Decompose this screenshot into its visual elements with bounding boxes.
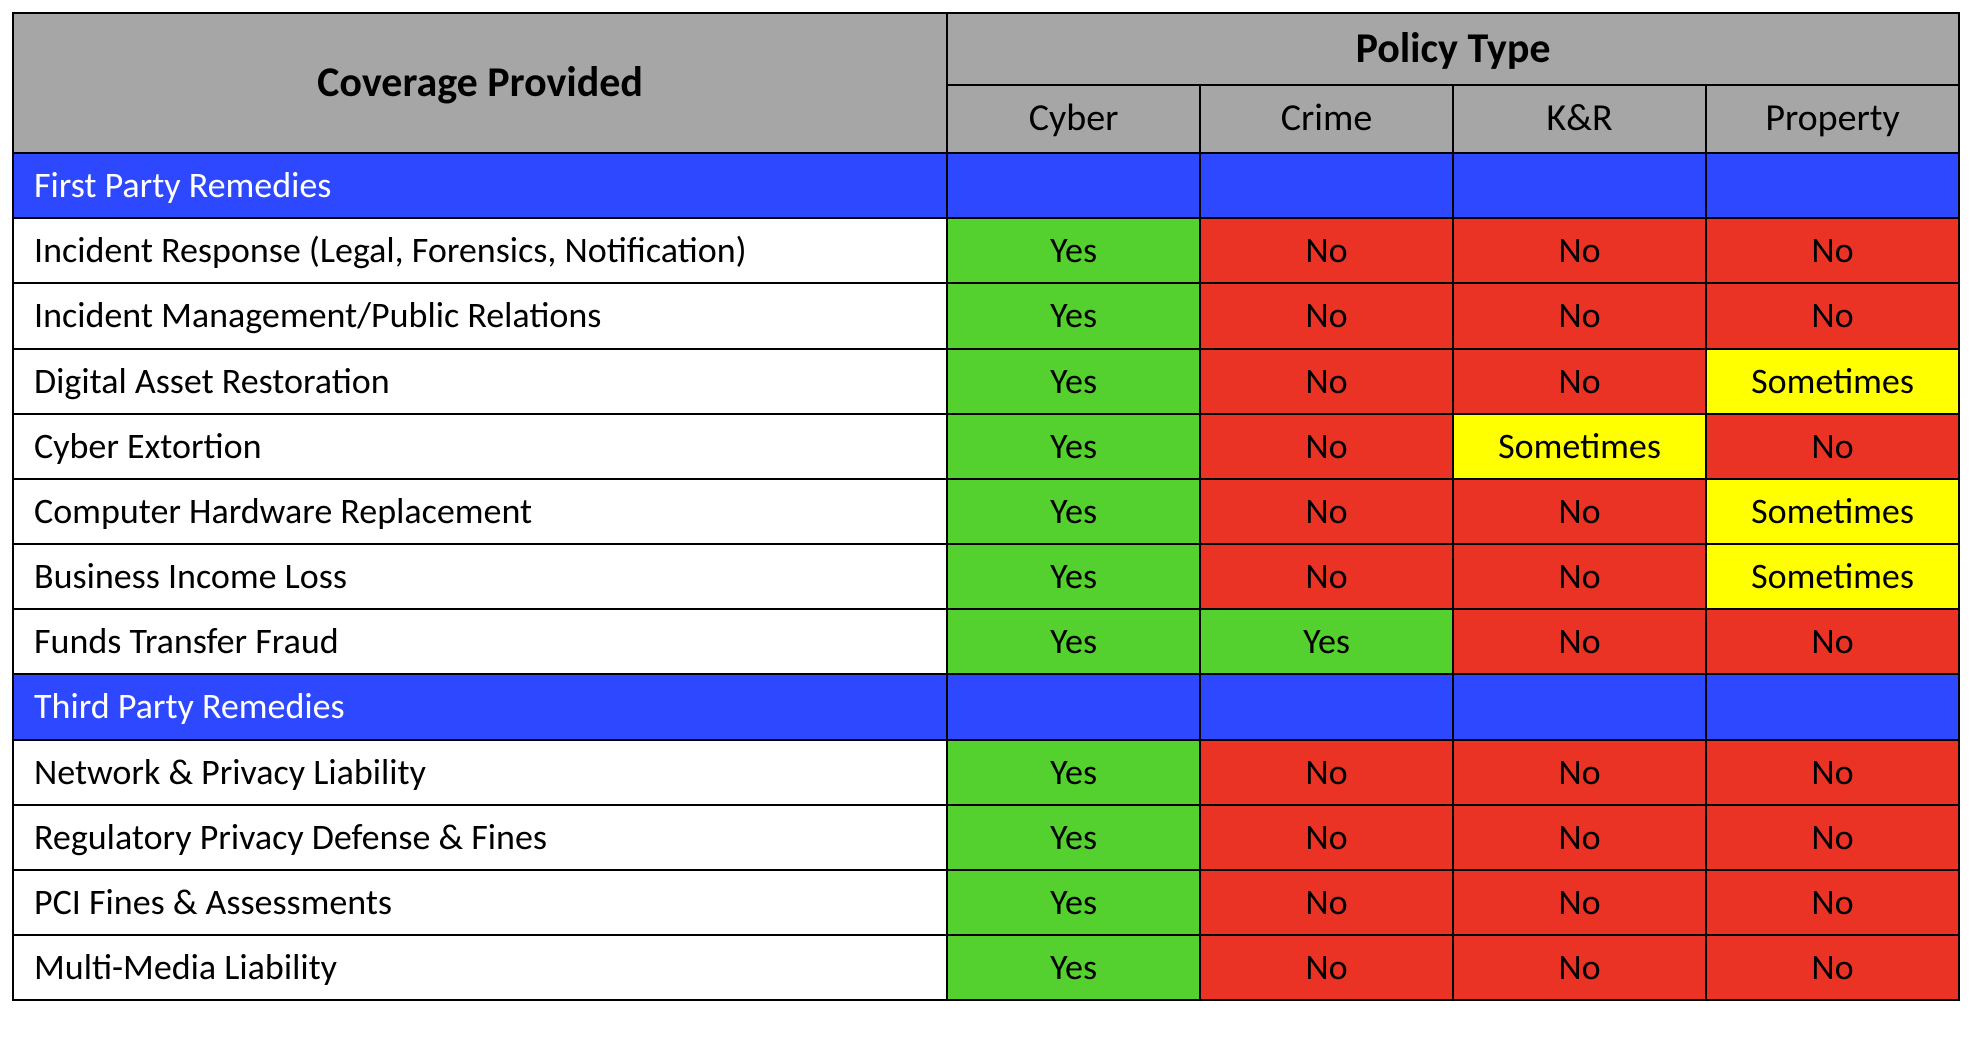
value-cell: No [1200,479,1453,544]
value-cell: Yes [947,479,1200,544]
value-cell: No [1453,740,1706,805]
value-cell: Sometimes [1706,349,1959,414]
table-row: Cyber ExtortionYesNoSometimesNo [13,414,1959,479]
table-row: Multi-Media LiabilityYesNoNoNo [13,935,1959,1000]
value-cell: No [1200,414,1453,479]
col-crime: Crime [1200,85,1453,153]
coverage-header: Coverage Provided [13,13,947,153]
value-cell: No [1706,740,1959,805]
row-label: Digital Asset Restoration [13,349,947,414]
value-cell: Yes [947,805,1200,870]
table-row: Regulatory Privacy Defense & FinesYesNoN… [13,805,1959,870]
value-cell: Yes [947,935,1200,1000]
row-label: Regulatory Privacy Defense & Fines [13,805,947,870]
value-cell: Yes [947,870,1200,935]
table-head: Coverage Provided Policy Type Cyber Crim… [13,13,1959,153]
row-label: Computer Hardware Replacement [13,479,947,544]
value-cell: No [1706,935,1959,1000]
table-row: Incident Response (Legal, Forensics, Not… [13,218,1959,283]
section-row: Third Party Remedies [13,674,1959,739]
value-cell: No [1453,544,1706,609]
section-empty-cell [1706,674,1959,739]
section-empty-cell [1200,153,1453,218]
value-cell: Yes [947,414,1200,479]
value-cell: No [1200,740,1453,805]
value-cell: Yes [947,218,1200,283]
table-row: Network & Privacy LiabilityYesNoNoNo [13,740,1959,805]
value-cell: Yes [947,740,1200,805]
row-label: PCI Fines & Assessments [13,870,947,935]
section-title: Third Party Remedies [13,674,947,739]
value-cell: Sometimes [1453,414,1706,479]
section-empty-cell [1706,153,1959,218]
value-cell: No [1200,870,1453,935]
row-label: Incident Management/Public Relations [13,283,947,348]
table-row: Computer Hardware ReplacementYesNoNoSome… [13,479,1959,544]
table-row: Incident Management/Public RelationsYesN… [13,283,1959,348]
value-cell: No [1200,935,1453,1000]
table-row: Funds Transfer FraudYesYesNoNo [13,609,1959,674]
row-label: Network & Privacy Liability [13,740,947,805]
coverage-table: Coverage Provided Policy Type Cyber Crim… [12,12,1960,1001]
section-empty-cell [947,153,1200,218]
value-cell: No [1706,805,1959,870]
table-row: Business Income LossYesNoNoSometimes [13,544,1959,609]
value-cell: No [1200,349,1453,414]
value-cell: No [1706,414,1959,479]
col-cyber: Cyber [947,85,1200,153]
value-cell: No [1200,218,1453,283]
value-cell: Sometimes [1706,479,1959,544]
coverage-table-wrapper: Coverage Provided Policy Type Cyber Crim… [0,0,1972,1013]
section-title: First Party Remedies [13,153,947,218]
value-cell: Yes [947,609,1200,674]
section-empty-cell [1453,153,1706,218]
value-cell: No [1200,283,1453,348]
header-row-1: Coverage Provided Policy Type [13,13,1959,85]
value-cell: No [1453,349,1706,414]
value-cell: No [1453,805,1706,870]
row-label: Cyber Extortion [13,414,947,479]
value-cell: No [1453,935,1706,1000]
section-row: First Party Remedies [13,153,1959,218]
row-label: Multi-Media Liability [13,935,947,1000]
value-cell: No [1706,870,1959,935]
value-cell: No [1706,283,1959,348]
section-empty-cell [1200,674,1453,739]
section-empty-cell [1453,674,1706,739]
value-cell: Yes [947,544,1200,609]
value-cell: Sometimes [1706,544,1959,609]
value-cell: No [1706,609,1959,674]
policy-type-header: Policy Type [947,13,1959,85]
table-row: Digital Asset RestorationYesNoNoSometime… [13,349,1959,414]
value-cell: No [1453,283,1706,348]
value-cell: No [1200,805,1453,870]
value-cell: Yes [947,349,1200,414]
value-cell: No [1453,870,1706,935]
row-label: Incident Response (Legal, Forensics, Not… [13,218,947,283]
value-cell: Yes [1200,609,1453,674]
value-cell: Yes [947,283,1200,348]
value-cell: No [1453,218,1706,283]
table-row: PCI Fines & AssessmentsYesNoNoNo [13,870,1959,935]
col-property: Property [1706,85,1959,153]
value-cell: No [1453,609,1706,674]
row-label: Funds Transfer Fraud [13,609,947,674]
value-cell: No [1706,218,1959,283]
value-cell: No [1200,544,1453,609]
row-label: Business Income Loss [13,544,947,609]
section-empty-cell [947,674,1200,739]
value-cell: No [1453,479,1706,544]
col-kr: K&R [1453,85,1706,153]
table-body: First Party RemediesIncident Response (L… [13,153,1959,1000]
